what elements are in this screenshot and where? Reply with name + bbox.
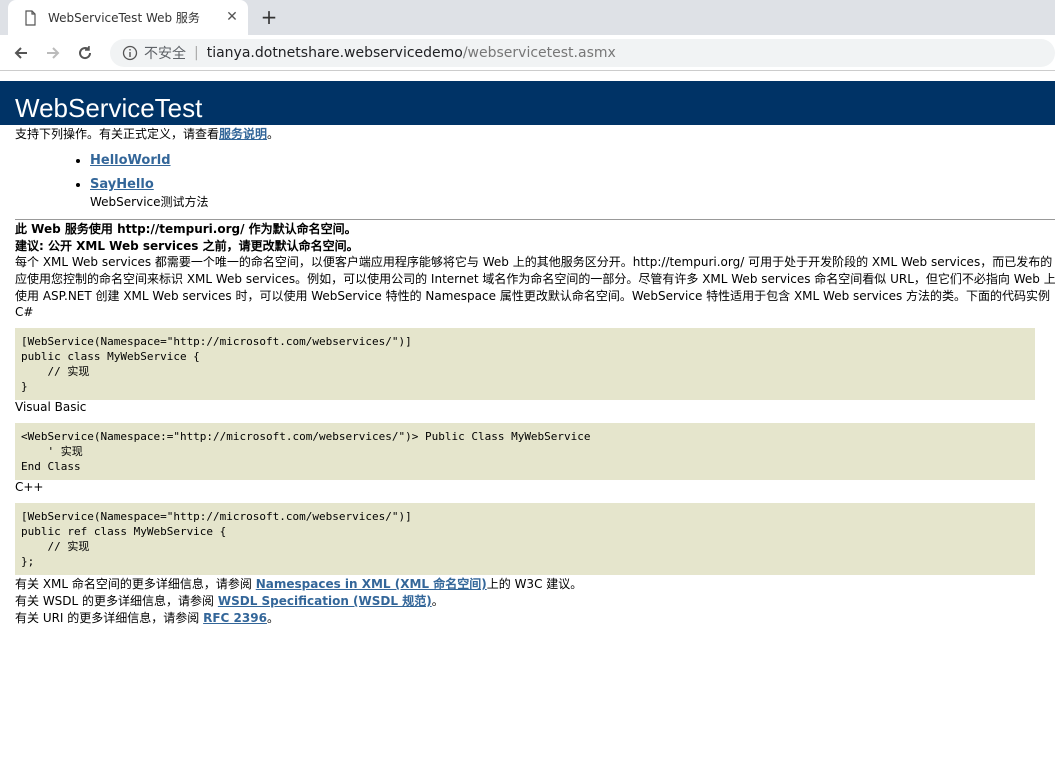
code-sample: [WebService(Namespace="http://microsoft.…	[15, 503, 1035, 575]
code-label-wrap: C++	[0, 480, 1055, 494]
paragraph: 应使用您控制的命名空间来标识 XML Web services。例如，可以使用公…	[15, 272, 1055, 286]
page-content: 支持下列操作。有关正式定义，请查看服务说明。 HelloWorld SayHel…	[0, 125, 1055, 210]
intro-label: 支持下列操作。有关正式定义，请查看	[15, 127, 220, 141]
intro-text: 支持下列操作。有关正式定义，请查看服务说明。	[15, 125, 1055, 142]
footer-line: 有关 URI 的更多详细信息，请参阅 RFC 2396。	[15, 609, 1055, 626]
footer-section: 有关 XML 命名空间的更多详细信息，请参阅 Namespaces in XML…	[0, 575, 1055, 626]
footer-text: 有关 URI 的更多详细信息，请参阅	[15, 611, 204, 625]
code-language-label: C++	[15, 480, 44, 494]
url-host: tianya.dotnetshare.webservicedemo	[206, 44, 463, 61]
list-item: SayHello WebService测试方法	[90, 177, 1055, 210]
tab-strip: WebServiceTest Web 服务 ✕ +	[0, 0, 1055, 35]
back-icon[interactable]	[10, 42, 32, 64]
recommendation: 建议: 公开 XML Web services 之前，请更改默认命名空间。	[15, 239, 359, 253]
footer-text: 。	[431, 594, 444, 608]
operations-list: HelloWorld SayHello WebService测试方法	[15, 153, 1055, 210]
forward-icon[interactable]	[42, 42, 64, 64]
operation-link-helloworld[interactable]: HelloWorld	[90, 153, 171, 168]
reload-icon[interactable]	[74, 42, 96, 64]
namespace-note: 此 Web 服务使用 http://tempuri.org/ 作为默认命名空间。	[15, 222, 357, 236]
code-label-wrap: Visual Basic	[0, 400, 1055, 414]
close-tab-icon[interactable]: ✕	[224, 9, 240, 25]
security-label: 不安全	[144, 45, 186, 62]
footer-line: 有关 WSDL 的更多详细信息，请参阅 WSDL Specification (…	[15, 592, 1055, 609]
paragraph: 每个 XML Web services 都需要一个唯一的命名空间，以便客户端应用…	[15, 255, 1053, 269]
code-language-label: C#	[15, 305, 34, 319]
operation-description: WebService测试方法	[90, 195, 209, 209]
info-icon[interactable]	[122, 45, 138, 61]
page-title: WebServiceTest	[0, 71, 1055, 125]
address-bar[interactable]: 不安全 | tianya.dotnetshare.webservicedemo /…	[110, 38, 1055, 67]
code-sample: [WebService(Namespace="http://microsoft.…	[15, 328, 1035, 400]
footer-text: 上的 W3C 建议。	[486, 577, 583, 591]
url-path: /webservicetest.asmx	[462, 44, 616, 61]
footer-text: 有关 WSDL 的更多详细信息，请参阅	[15, 594, 218, 608]
browser-tab[interactable]: WebServiceTest Web 服务 ✕	[8, 0, 248, 35]
service-description-link[interactable]: 服务说明	[219, 127, 267, 141]
list-item: HelloWorld	[90, 153, 1055, 168]
code-sample: <WebService(Namespace:="http://microsoft…	[15, 423, 1035, 480]
intro-end: 。	[267, 127, 280, 141]
tab-title: WebServiceTest Web 服务	[48, 11, 200, 25]
xml-namespaces-link[interactable]: Namespaces in XML (XML 命名空间)	[256, 577, 487, 591]
page-icon	[25, 9, 36, 26]
browser-toolbar: 不安全 | tianya.dotnetshare.webservicedemo /…	[0, 35, 1055, 71]
rfc-2396-link[interactable]: RFC 2396	[203, 611, 267, 625]
footer-text: 有关 XML 命名空间的更多详细信息，请参阅	[15, 577, 256, 591]
namespace-section: 此 Web 服务使用 http://tempuri.org/ 作为默认命名空间。…	[0, 220, 1055, 319]
wsdl-spec-link[interactable]: WSDL Specification (WSDL 规范)	[218, 594, 432, 608]
footer-line: 有关 XML 命名空间的更多详细信息，请参阅 Namespaces in XML…	[15, 575, 1055, 592]
url-separator: |	[194, 44, 199, 61]
operation-link-sayhello[interactable]: SayHello	[90, 177, 154, 192]
new-tab-icon[interactable]: +	[258, 6, 280, 28]
paragraph: 使用 ASP.NET 创建 XML Web services 时，可以使用 We…	[15, 289, 1051, 303]
code-language-label: Visual Basic	[15, 400, 87, 414]
footer-text: 。	[266, 611, 279, 625]
